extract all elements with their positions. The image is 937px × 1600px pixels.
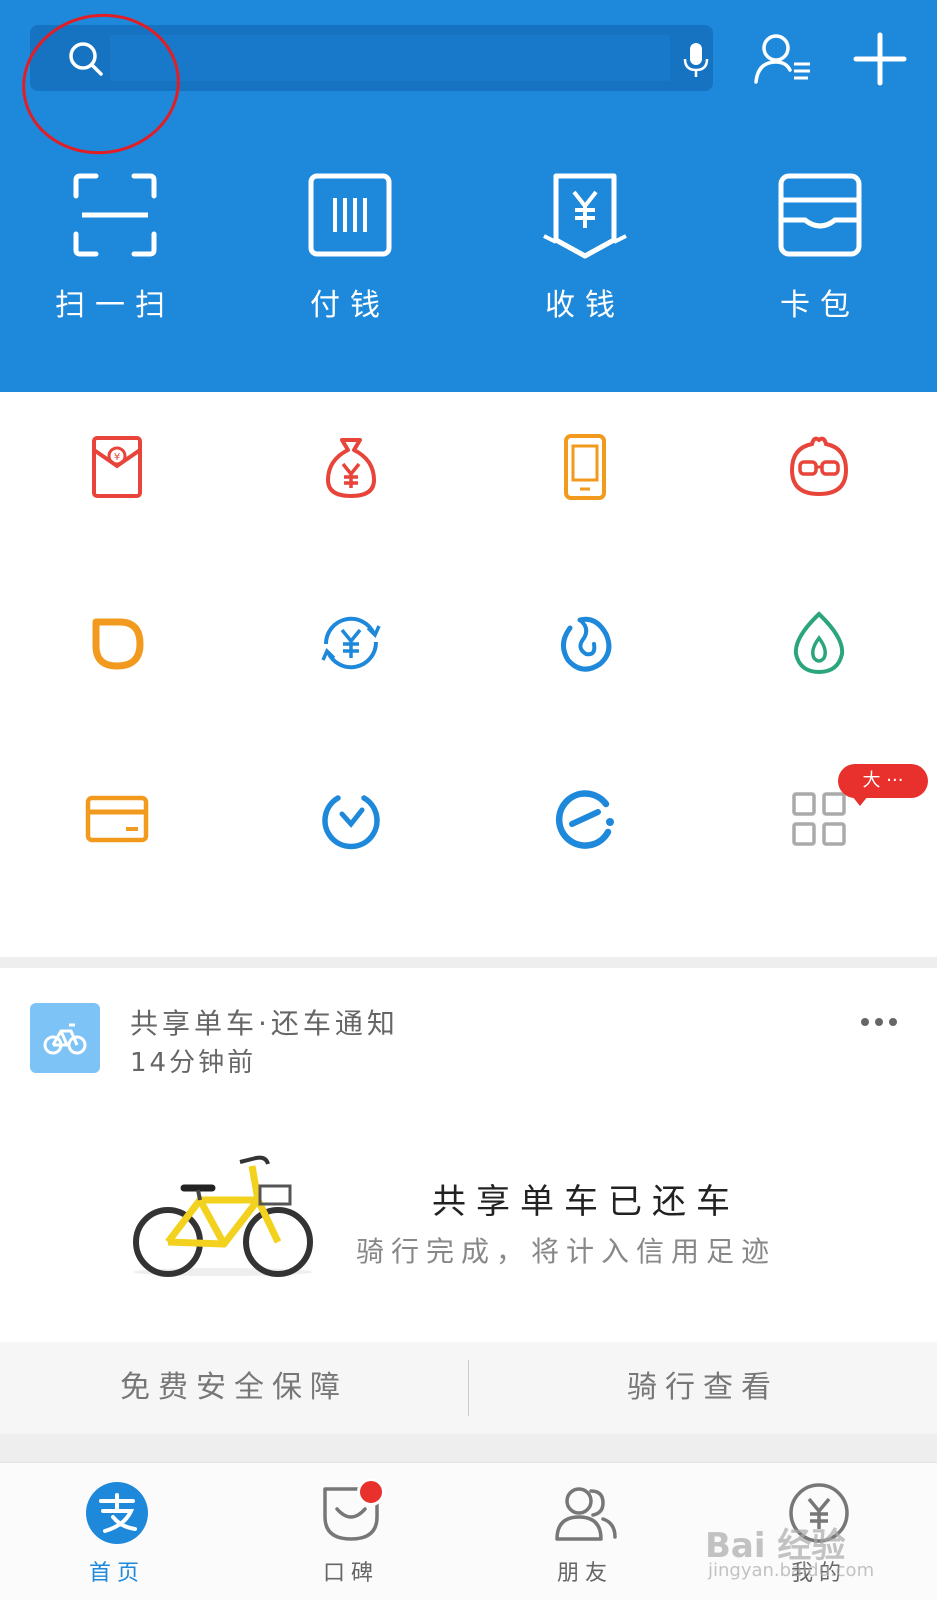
grid-item-eleme[interactable] bbox=[468, 744, 702, 920]
grid-item-money-bag[interactable] bbox=[234, 392, 468, 568]
grid-item-red-packet[interactable]: ¥ bbox=[0, 392, 234, 568]
more-options-icon[interactable] bbox=[858, 1010, 902, 1034]
grid-item-didi[interactable] bbox=[0, 568, 234, 744]
swirl-icon bbox=[561, 616, 612, 672]
phone-recharge-icon bbox=[564, 434, 606, 500]
didi-icon bbox=[92, 618, 144, 670]
red-packet-icon: ¥ bbox=[92, 436, 142, 498]
bike-share-icon bbox=[30, 1003, 100, 1073]
top-header: 扫一扫 付钱 收钱 卡包 bbox=[0, 0, 937, 392]
search-input[interactable] bbox=[110, 35, 670, 81]
contacts-icon[interactable] bbox=[752, 30, 814, 86]
notification-dot bbox=[357, 1478, 385, 1506]
grid-item-phone-recharge[interactable] bbox=[468, 392, 702, 568]
card-wallet-icon bbox=[778, 173, 862, 257]
app-grid: ¥ bbox=[0, 392, 937, 957]
scan-button[interactable]: 扫一扫 bbox=[5, 170, 225, 330]
receive-button[interactable]: 收钱 bbox=[475, 170, 695, 330]
ride-view-button[interactable]: 骑行查看 bbox=[469, 1342, 937, 1434]
scan-icon bbox=[73, 173, 157, 257]
card-sub-message: 骑行完成，将计入信用足迹 bbox=[356, 1235, 777, 1268]
tab-home[interactable]: 首页 bbox=[0, 1463, 234, 1600]
grid-item-glasses-face[interactable] bbox=[702, 392, 936, 568]
friends-icon bbox=[555, 1487, 617, 1541]
money-bag-icon bbox=[326, 438, 376, 498]
card-timestamp: 14分钟前 bbox=[130, 1048, 257, 1078]
more-grid-icon bbox=[792, 792, 846, 846]
card-action-bar: 免费安全保障 骑行查看 bbox=[0, 1342, 937, 1434]
search-bar[interactable] bbox=[30, 25, 713, 91]
eleme-icon bbox=[555, 790, 614, 849]
grid-item-swirl[interactable] bbox=[468, 568, 702, 744]
leaf-drop-icon bbox=[793, 611, 845, 675]
currency-exchange-icon bbox=[321, 616, 381, 670]
grid-item-credit-card[interactable] bbox=[0, 744, 234, 920]
alipay-home-icon bbox=[86, 1482, 148, 1544]
pay-button[interactable]: 付钱 bbox=[240, 170, 460, 330]
quick-label: 收钱 bbox=[545, 288, 625, 323]
receive-money-icon bbox=[543, 173, 627, 259]
tab-label: 口碑 bbox=[322, 1561, 379, 1586]
free-insurance-button[interactable]: 免费安全保障 bbox=[0, 1342, 468, 1434]
grid-item-alarm[interactable] bbox=[234, 744, 468, 920]
yellow-bicycle-image bbox=[133, 1155, 313, 1277]
section-divider bbox=[0, 1434, 937, 1462]
tab-label: 首页 bbox=[88, 1561, 145, 1586]
card-main-message: 共享单车已还车 bbox=[432, 1182, 740, 1222]
barcode-icon bbox=[308, 173, 392, 257]
search-icon[interactable] bbox=[66, 39, 106, 79]
grid-item-leaf-drop[interactable] bbox=[702, 568, 936, 744]
grid-item-currency-exchange[interactable] bbox=[234, 568, 468, 744]
quick-label: 卡包 bbox=[780, 288, 860, 323]
tab-friends[interactable]: 朋友 bbox=[468, 1463, 702, 1600]
plus-icon[interactable] bbox=[853, 32, 907, 86]
tab-label: 朋友 bbox=[556, 1561, 613, 1586]
card-wallet-button[interactable]: 卡包 bbox=[710, 170, 930, 330]
watermark-url: jingyan.baidu.com bbox=[708, 1560, 875, 1581]
quick-label: 扫一扫 bbox=[55, 288, 175, 323]
microphone-icon[interactable] bbox=[678, 39, 714, 79]
alarm-icon bbox=[322, 795, 380, 850]
svg-text:¥: ¥ bbox=[114, 452, 120, 463]
glasses-face-icon bbox=[789, 436, 849, 497]
card-title: 共享单车·还车通知 bbox=[130, 1007, 399, 1040]
tab-koubei[interactable]: 口碑 bbox=[234, 1463, 468, 1600]
quick-label: 付钱 bbox=[310, 288, 390, 323]
more-badge: 大 ··· bbox=[838, 764, 928, 806]
credit-card-icon bbox=[85, 795, 149, 843]
